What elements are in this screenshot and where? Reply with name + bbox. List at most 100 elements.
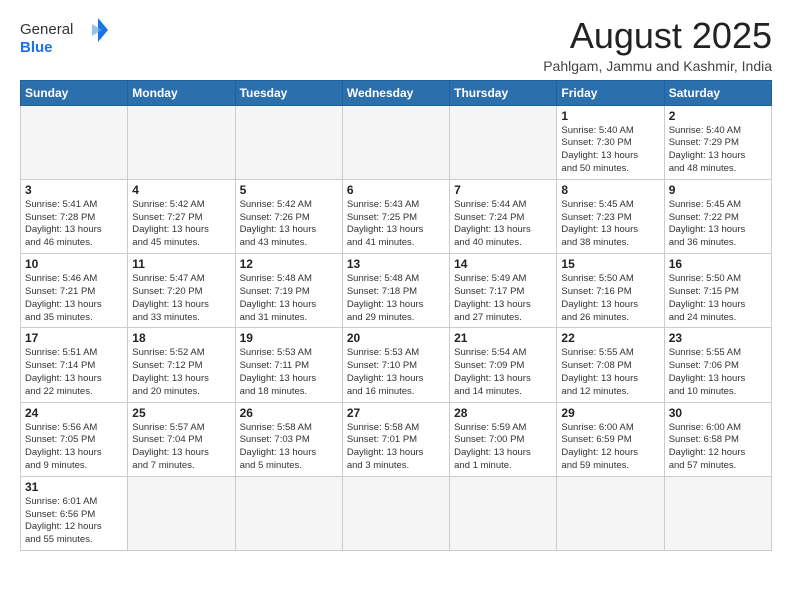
calendar-cell: 21 Sunrise: 5:54 AM Sunset: 7:09 PM Dayli… xyxy=(450,328,557,402)
calendar-cell: 15 Sunrise: 5:50 AM Sunset: 7:16 PM Dayli… xyxy=(557,254,664,328)
calendar-cell xyxy=(664,476,771,550)
day-info: Sunrise: 5:50 AM Sunset: 7:15 PM Dayligh… xyxy=(669,273,767,324)
calendar-cell: 14 Sunrise: 5:49 AM Sunset: 7:17 PM Dayli… xyxy=(450,254,557,328)
day-number: 18 xyxy=(132,331,230,345)
day-number: 11 xyxy=(132,257,230,271)
day-info: Sunrise: 5:45 AM Sunset: 7:22 PM Dayligh… xyxy=(669,199,767,250)
day-number: 29 xyxy=(561,406,659,420)
logo-svg: General Blue xyxy=(20,16,110,58)
day-info: Sunrise: 5:40 AM Sunset: 7:30 PM Dayligh… xyxy=(561,125,659,176)
header: General Blue August 2025 Pahlgam, Jammu … xyxy=(20,16,772,74)
day-info: Sunrise: 5:52 AM Sunset: 7:12 PM Dayligh… xyxy=(132,347,230,398)
calendar-cell: 26Sunrise: 5:58 AM Sunset: 7:03 PM Dayli… xyxy=(235,402,342,476)
day-info: Sunrise: 5:41 AM Sunset: 7:28 PM Dayligh… xyxy=(25,199,123,250)
day-number: 3 xyxy=(25,183,123,197)
calendar-cell: 13 Sunrise: 5:48 AM Sunset: 7:18 PM Dayli… xyxy=(342,254,449,328)
day-number: 26 xyxy=(240,406,338,420)
day-info: Sunrise: 5:55 AM Sunset: 7:06 PM Dayligh… xyxy=(669,347,767,398)
day-number: 14 xyxy=(454,257,552,271)
day-number: 25 xyxy=(132,406,230,420)
day-info: Sunrise: 5:48 AM Sunset: 7:18 PM Dayligh… xyxy=(347,273,445,324)
day-number: 19 xyxy=(240,331,338,345)
day-info: Sunrise: 5:53 AM Sunset: 7:10 PM Dayligh… xyxy=(347,347,445,398)
weekday-header-saturday: Saturday xyxy=(664,80,771,105)
weekday-header-wednesday: Wednesday xyxy=(342,80,449,105)
calendar-cell: 1 Sunrise: 5:40 AM Sunset: 7:30 PM Daylig… xyxy=(557,105,664,179)
day-info: Sunrise: 5:53 AM Sunset: 7:11 PM Dayligh… xyxy=(240,347,338,398)
day-number: 4 xyxy=(132,183,230,197)
calendar-cell: 7Sunrise: 5:44 AM Sunset: 7:24 PM Daylig… xyxy=(450,179,557,253)
calendar-cell: 3 Sunrise: 5:41 AM Sunset: 7:28 PM Daylig… xyxy=(21,179,128,253)
day-info: Sunrise: 5:51 AM Sunset: 7:14 PM Dayligh… xyxy=(25,347,123,398)
calendar-cell: 5Sunrise: 5:42 AM Sunset: 7:26 PM Daylig… xyxy=(235,179,342,253)
day-number: 28 xyxy=(454,406,552,420)
calendar-cell xyxy=(450,476,557,550)
day-info: Sunrise: 5:42 AM Sunset: 7:27 PM Dayligh… xyxy=(132,199,230,250)
weekday-header-tuesday: Tuesday xyxy=(235,80,342,105)
day-info: Sunrise: 5:58 AM Sunset: 7:01 PM Dayligh… xyxy=(347,422,445,473)
day-number: 13 xyxy=(347,257,445,271)
day-info: Sunrise: 5:48 AM Sunset: 7:19 PM Dayligh… xyxy=(240,273,338,324)
calendar-cell: 10Sunrise: 5:46 AM Sunset: 7:21 PM Dayli… xyxy=(21,254,128,328)
day-info: Sunrise: 5:43 AM Sunset: 7:25 PM Dayligh… xyxy=(347,199,445,250)
calendar-cell xyxy=(450,105,557,179)
day-number: 6 xyxy=(347,183,445,197)
day-number: 12 xyxy=(240,257,338,271)
title-block: August 2025 Pahlgam, Jammu and Kashmir, … xyxy=(543,16,772,74)
day-number: 23 xyxy=(669,331,767,345)
calendar-cell xyxy=(342,476,449,550)
calendar-cell xyxy=(21,105,128,179)
day-info: Sunrise: 5:46 AM Sunset: 7:21 PM Dayligh… xyxy=(25,273,123,324)
calendar-cell xyxy=(128,476,235,550)
day-number: 30 xyxy=(669,406,767,420)
weekday-header-sunday: Sunday xyxy=(21,80,128,105)
calendar-cell xyxy=(235,105,342,179)
calendar-cell: 31 Sunrise: 6:01 AM Sunset: 6:56 PM Dayli… xyxy=(21,476,128,550)
calendar-cell xyxy=(557,476,664,550)
calendar-cell: 27 Sunrise: 5:58 AM Sunset: 7:01 PM Dayli… xyxy=(342,402,449,476)
day-number: 20 xyxy=(347,331,445,345)
month-title: August 2025 xyxy=(543,16,772,56)
svg-text:General: General xyxy=(20,21,73,38)
day-info: Sunrise: 5:49 AM Sunset: 7:17 PM Dayligh… xyxy=(454,273,552,324)
day-info: Sunrise: 6:00 AM Sunset: 6:59 PM Dayligh… xyxy=(561,422,659,473)
calendar-cell: 25Sunrise: 5:57 AM Sunset: 7:04 PM Dayli… xyxy=(128,402,235,476)
day-number: 21 xyxy=(454,331,552,345)
calendar-cell: 22Sunrise: 5:55 AM Sunset: 7:08 PM Dayli… xyxy=(557,328,664,402)
day-number: 31 xyxy=(25,480,123,494)
day-number: 8 xyxy=(561,183,659,197)
day-info: Sunrise: 5:44 AM Sunset: 7:24 PM Dayligh… xyxy=(454,199,552,250)
day-number: 15 xyxy=(561,257,659,271)
calendar-cell: 24 Sunrise: 5:56 AM Sunset: 7:05 PM Dayli… xyxy=(21,402,128,476)
day-info: Sunrise: 6:01 AM Sunset: 6:56 PM Dayligh… xyxy=(25,496,123,547)
day-info: Sunrise: 5:40 AM Sunset: 7:29 PM Dayligh… xyxy=(669,125,767,176)
day-number: 27 xyxy=(347,406,445,420)
day-info: Sunrise: 5:47 AM Sunset: 7:20 PM Dayligh… xyxy=(132,273,230,324)
day-number: 17 xyxy=(25,331,123,345)
calendar-cell: 19 Sunrise: 5:53 AM Sunset: 7:11 PM Dayli… xyxy=(235,328,342,402)
calendar: SundayMondayTuesdayWednesdayThursdayFrid… xyxy=(20,80,772,552)
calendar-cell: 4 Sunrise: 5:42 AM Sunset: 7:27 PM Daylig… xyxy=(128,179,235,253)
calendar-cell: 9 Sunrise: 5:45 AM Sunset: 7:22 PM Daylig… xyxy=(664,179,771,253)
day-number: 24 xyxy=(25,406,123,420)
day-info: Sunrise: 6:00 AM Sunset: 6:58 PM Dayligh… xyxy=(669,422,767,473)
day-info: Sunrise: 5:54 AM Sunset: 7:09 PM Dayligh… xyxy=(454,347,552,398)
calendar-cell: 20 Sunrise: 5:53 AM Sunset: 7:10 PM Dayli… xyxy=(342,328,449,402)
calendar-cell xyxy=(235,476,342,550)
day-info: Sunrise: 5:56 AM Sunset: 7:05 PM Dayligh… xyxy=(25,422,123,473)
calendar-cell: 6 Sunrise: 5:43 AM Sunset: 7:25 PM Daylig… xyxy=(342,179,449,253)
calendar-cell xyxy=(342,105,449,179)
calendar-cell: 16Sunrise: 5:50 AM Sunset: 7:15 PM Dayli… xyxy=(664,254,771,328)
weekday-header-thursday: Thursday xyxy=(450,80,557,105)
calendar-cell: 11 Sunrise: 5:47 AM Sunset: 7:20 PM Dayli… xyxy=(128,254,235,328)
day-number: 1 xyxy=(561,109,659,123)
page: General Blue August 2025 Pahlgam, Jammu … xyxy=(0,0,792,612)
day-info: Sunrise: 5:55 AM Sunset: 7:08 PM Dayligh… xyxy=(561,347,659,398)
logo: General Blue xyxy=(20,16,110,58)
svg-text:Blue: Blue xyxy=(20,39,53,56)
day-number: 9 xyxy=(669,183,767,197)
day-info: Sunrise: 5:50 AM Sunset: 7:16 PM Dayligh… xyxy=(561,273,659,324)
calendar-cell xyxy=(128,105,235,179)
location: Pahlgam, Jammu and Kashmir, India xyxy=(543,58,772,74)
calendar-cell: 18 Sunrise: 5:52 AM Sunset: 7:12 PM Dayli… xyxy=(128,328,235,402)
